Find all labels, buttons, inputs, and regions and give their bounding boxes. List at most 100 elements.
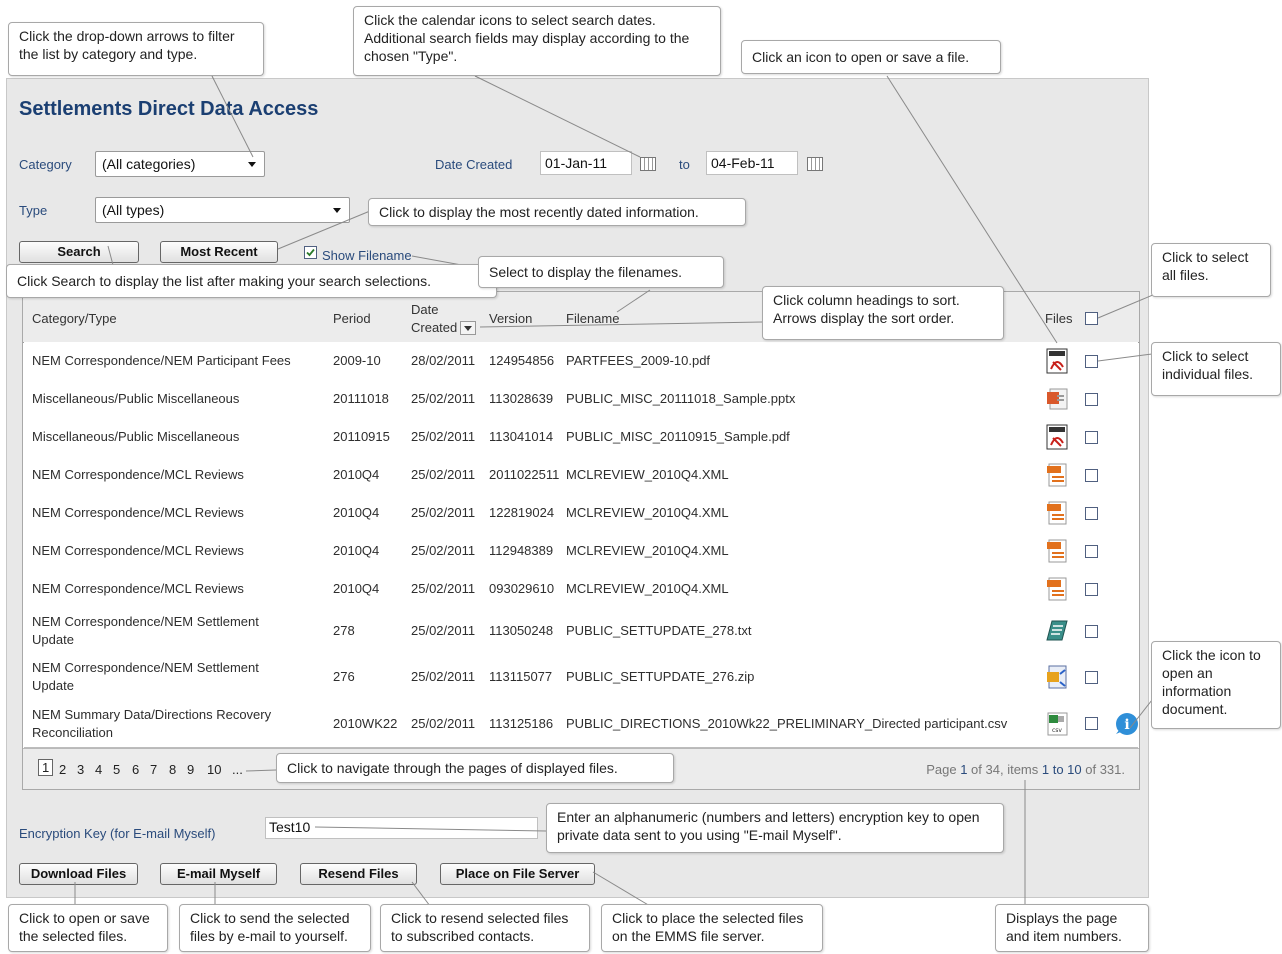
date-to-input[interactable]: 04-Feb-11	[706, 151, 798, 175]
cell-date: 28/02/2011	[411, 353, 476, 368]
file-server-button[interactable]: Place on File Server	[440, 863, 595, 885]
callout-email: Click to send the selected files by e-ma…	[179, 904, 371, 952]
row-select-checkbox[interactable]	[1085, 507, 1098, 520]
cell-category: NEM Correspondence/MCL Reviews	[32, 581, 244, 596]
col-files: Files	[1045, 311, 1073, 326]
cell-category-line2: Update	[32, 678, 74, 693]
row-select-checkbox[interactable]	[1085, 671, 1098, 684]
type-label: Type	[19, 203, 48, 218]
callout-select-all: Click to select all files.	[1151, 243, 1271, 297]
cell-filename: MCLREVIEW_2010Q4.XML	[566, 467, 729, 482]
row-select-checkbox[interactable]	[1085, 625, 1098, 638]
page-link[interactable]: 7	[150, 762, 157, 777]
cell-version: 112948389	[489, 543, 554, 558]
xml-icon[interactable]	[1045, 538, 1069, 564]
row-select-checkbox[interactable]	[1085, 583, 1098, 596]
cell-category-line2: Update	[32, 632, 74, 647]
page-link[interactable]: 3	[77, 762, 84, 777]
row-select-checkbox[interactable]	[1085, 393, 1098, 406]
cell-period: 2010Q4	[333, 467, 380, 482]
cell-filename: PUBLIC_SETTUPDATE_278.txt	[566, 623, 752, 638]
show-filename-checkbox[interactable]	[304, 246, 317, 259]
encryption-label: Encryption Key (for E-mail Myself)	[19, 826, 216, 841]
row-select-checkbox[interactable]	[1085, 431, 1098, 444]
cell-category-line2: Reconciliation	[32, 725, 113, 740]
cell-version: 124954856	[489, 353, 555, 368]
cell-category: NEM Correspondence/NEM Participant Fees	[32, 353, 291, 368]
cell-date: 25/02/2011	[411, 467, 476, 482]
callout-calendar: Click the calendar icons to select searc…	[353, 6, 721, 76]
pdf-icon[interactable]	[1045, 348, 1069, 374]
cell-category: NEM Correspondence/MCL Reviews	[32, 543, 244, 558]
txt-icon[interactable]	[1045, 618, 1069, 644]
cell-period: 2010Q4	[333, 543, 380, 558]
col-date-line1[interactable]: Date	[411, 302, 438, 317]
callout-info: Click the icon to open an information do…	[1151, 641, 1281, 729]
encryption-key-input[interactable]: Test10	[265, 817, 538, 839]
page-title: Settlements Direct Data Access	[19, 98, 319, 120]
table-row: NEM Summary Data/Directions Recovery Reco…	[24, 700, 1138, 748]
table-row: NEM Correspondence/NEM Settlement Update 2…	[24, 608, 1138, 655]
xml-icon[interactable]	[1045, 576, 1069, 602]
date-from-input[interactable]: 01-Jan-11	[540, 151, 632, 175]
chevron-down-icon[interactable]	[248, 162, 256, 167]
page-link[interactable]: 10	[207, 762, 221, 777]
page-link-current[interactable]: 1	[38, 759, 54, 776]
cell-filename: PUBLIC_MISC_20110915_Sample.pdf	[566, 429, 790, 444]
pdf-icon[interactable]	[1045, 424, 1069, 450]
callout-select-individual: Click to select individual files.	[1151, 342, 1281, 396]
cell-period: 20111018	[333, 391, 389, 406]
sort-arrow-icon[interactable]	[460, 321, 476, 335]
show-filename-label[interactable]: Show Filename	[322, 248, 412, 263]
col-filename[interactable]: Filename	[566, 311, 619, 326]
xml-icon[interactable]	[1045, 462, 1069, 488]
calendar-icon[interactable]	[640, 157, 656, 171]
chevron-down-icon[interactable]	[333, 208, 341, 213]
download-files-button[interactable]: Download Files	[19, 863, 138, 885]
page-link[interactable]: 6	[132, 762, 139, 777]
category-select[interactable]: (All categories)	[95, 151, 265, 177]
most-recent-button[interactable]: Most Recent	[160, 241, 278, 263]
cell-filename: PARTFEES_2009-10.pdf	[566, 353, 711, 368]
type-select-value: (All types)	[102, 202, 165, 218]
callout-icon-open: Click an icon to open or save a file.	[741, 40, 1001, 74]
date-created-label: Date Created	[435, 157, 513, 172]
zip-icon[interactable]	[1045, 664, 1069, 690]
resend-files-button[interactable]: Resend Files	[300, 863, 417, 885]
row-select-checkbox[interactable]	[1085, 469, 1098, 482]
select-all-checkbox[interactable]	[1085, 312, 1098, 325]
callout-page-numbers: Displays the page and item numbers.	[995, 904, 1149, 952]
cell-period: 278	[333, 623, 355, 638]
callout-dropdown: Click the drop-down arrows to filter the…	[8, 22, 264, 76]
col-version[interactable]: Version	[489, 311, 532, 326]
callout-resend: Click to resend selected files to subscr…	[380, 904, 590, 952]
date-to-label: to	[679, 157, 690, 172]
calendar-icon[interactable]	[807, 157, 823, 171]
col-period[interactable]: Period	[333, 311, 371, 326]
col-category-type[interactable]: Category/Type	[32, 311, 117, 326]
checkmark-icon	[306, 248, 315, 257]
page-link[interactable]: ...	[232, 762, 243, 777]
cell-period: 2010Q4	[333, 581, 380, 596]
pptx-icon[interactable]	[1045, 386, 1069, 412]
cell-filename: PUBLIC_DIRECTIONS_2010Wk22_PRELIMINARY_D…	[566, 716, 1008, 731]
row-select-checkbox[interactable]	[1085, 717, 1098, 730]
cell-date: 25/02/2011	[411, 429, 476, 444]
xml-icon[interactable]	[1045, 500, 1069, 526]
page-link[interactable]: 2	[59, 762, 66, 777]
col-date-line2[interactable]: Created	[411, 320, 457, 335]
page-link[interactable]: 4	[95, 762, 102, 777]
email-myself-button[interactable]: E-mail Myself	[160, 863, 277, 885]
csv-icon[interactable]: csv	[1045, 711, 1069, 737]
search-button[interactable]: Search	[19, 241, 139, 263]
info-icon[interactable]: i	[1113, 712, 1139, 738]
row-select-checkbox[interactable]	[1085, 545, 1098, 558]
type-select[interactable]: (All types)	[95, 197, 350, 223]
cell-filename: MCLREVIEW_2010Q4.XML	[566, 543, 729, 558]
page-link[interactable]: 8	[169, 762, 176, 777]
cell-version: 113041014	[489, 429, 554, 444]
table-row: NEM Correspondence/MCL Reviews 2010Q4 25/0…	[24, 570, 1138, 609]
page-link[interactable]: 5	[113, 762, 120, 777]
page-link[interactable]: 9	[187, 762, 194, 777]
row-select-checkbox[interactable]	[1085, 355, 1098, 368]
